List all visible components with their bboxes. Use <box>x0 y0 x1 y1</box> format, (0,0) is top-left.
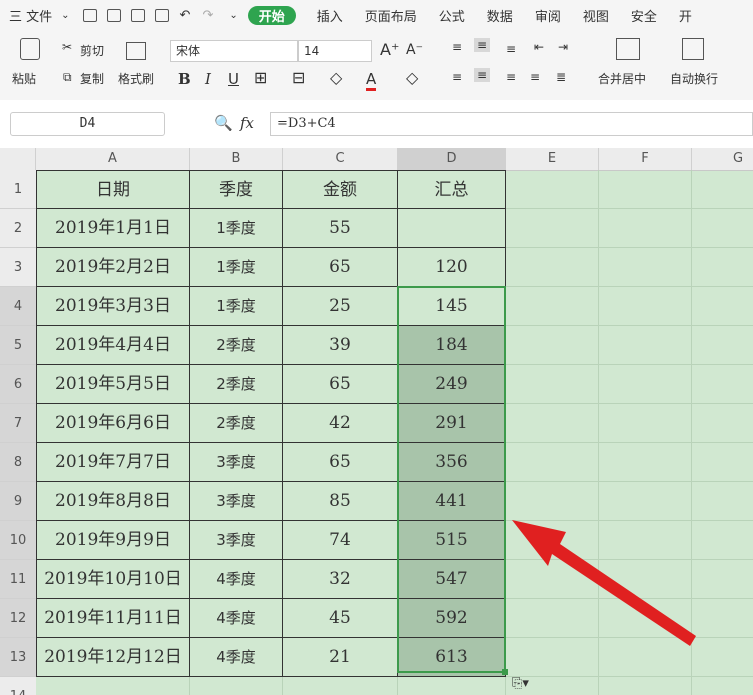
menu-bar: 三 文件 ⌄ ↶ ↷ ⌄ 开始 插入 页面布局 公式 数据 审阅 视图 安全 开 <box>0 0 753 30</box>
copy-icon[interactable]: ⧉ <box>63 70 72 85</box>
distribute-icon[interactable]: ≣ <box>556 70 566 84</box>
align-center-icon[interactable]: ≡ <box>474 68 491 82</box>
tab-view[interactable]: 视图 <box>572 6 620 25</box>
clear-format-icon[interactable]: ◇ <box>406 68 418 87</box>
tab-review[interactable]: 审阅 <box>524 6 572 25</box>
export-icon[interactable] <box>106 8 121 22</box>
align-top-icon[interactable]: ≡ <box>452 40 462 54</box>
tab-home[interactable]: 开始 <box>247 5 296 25</box>
font-color-icon[interactable]: A <box>366 70 377 91</box>
tab-formulas[interactable]: 公式 <box>428 6 476 25</box>
tab-data[interactable]: 数据 <box>476 6 524 25</box>
copy-button[interactable]: 复制 <box>80 70 104 87</box>
paste-button[interactable]: 粘贴 <box>12 70 36 87</box>
print-icon[interactable] <box>130 8 145 22</box>
chevron-down-icon[interactable]: ⌄ <box>61 10 69 21</box>
tab-page-layout[interactable]: 页面布局 <box>354 6 428 25</box>
fill-color-icon[interactable]: ◇ <box>330 68 342 87</box>
redo-icon[interactable]: ↷ <box>202 8 213 23</box>
underline-icon[interactable]: U <box>228 70 239 88</box>
ribbon-toolbar: 粘贴 ✂ 剪切 ⧉ 复制 格式刷 宋体 14 A⁺ A⁻ B I U ⊞ ⊟ ◇… <box>0 30 753 101</box>
paste-icon[interactable] <box>20 38 40 60</box>
align-right-icon[interactable]: ≡ <box>506 70 516 84</box>
tab-developer[interactable]: 开 <box>668 6 703 25</box>
increase-font-icon[interactable]: A⁺ <box>380 40 399 59</box>
border-icon[interactable]: ⊞ <box>254 68 267 87</box>
formula-input[interactable]: =D3+C4 <box>270 112 753 136</box>
decrease-font-icon[interactable]: A⁻ <box>406 42 423 58</box>
function-icon[interactable]: fx <box>240 114 254 132</box>
bold-icon[interactable]: B <box>178 70 191 88</box>
justify-icon[interactable]: ≡ <box>530 70 540 84</box>
tab-insert[interactable]: 插入 <box>306 6 354 25</box>
merge-center-button[interactable]: 合并居中 <box>598 70 646 87</box>
print-preview-icon[interactable] <box>154 8 169 22</box>
save-icon[interactable] <box>82 8 97 22</box>
name-box[interactable]: D4 <box>10 112 165 136</box>
merge-center-icon[interactable] <box>616 38 640 60</box>
italic-icon[interactable]: I <box>205 70 211 88</box>
align-bottom-icon[interactable]: ≡ <box>506 42 516 56</box>
formula-bar: D4 🔍 fx =D3+C4 <box>0 100 753 148</box>
font-size-select[interactable]: 14 <box>298 40 372 62</box>
indent-decrease-icon[interactable]: ⇤ <box>534 40 544 54</box>
red-arrow <box>512 520 696 646</box>
indent-increase-icon[interactable]: ⇥ <box>558 40 568 54</box>
format-painter-button[interactable]: 格式刷 <box>118 70 154 87</box>
cut-icon[interactable]: ✂ <box>62 40 72 54</box>
cut-button[interactable]: 剪切 <box>80 42 104 59</box>
wrap-text-icon[interactable] <box>682 38 704 60</box>
merge-cells-icon[interactable]: ⊟ <box>292 68 305 87</box>
zoom-icon[interactable]: 🔍 <box>214 114 233 132</box>
align-middle-icon[interactable]: ≡ <box>474 38 491 52</box>
format-painter-icon[interactable] <box>126 42 146 60</box>
chevron-down-icon[interactable]: ⌄ <box>229 10 237 21</box>
tab-security[interactable]: 安全 <box>620 6 668 25</box>
undo-icon[interactable]: ↶ <box>180 8 191 23</box>
file-menu[interactable]: 三 文件 <box>0 6 61 25</box>
font-name-select[interactable]: 宋体 <box>170 40 298 62</box>
wrap-text-button[interactable]: 自动换行 <box>670 70 718 87</box>
worksheet-grid[interactable]: A B C D E F G 1234567891011121314 日期季度金额… <box>0 148 753 695</box>
align-left-icon[interactable]: ≡ <box>452 70 462 84</box>
